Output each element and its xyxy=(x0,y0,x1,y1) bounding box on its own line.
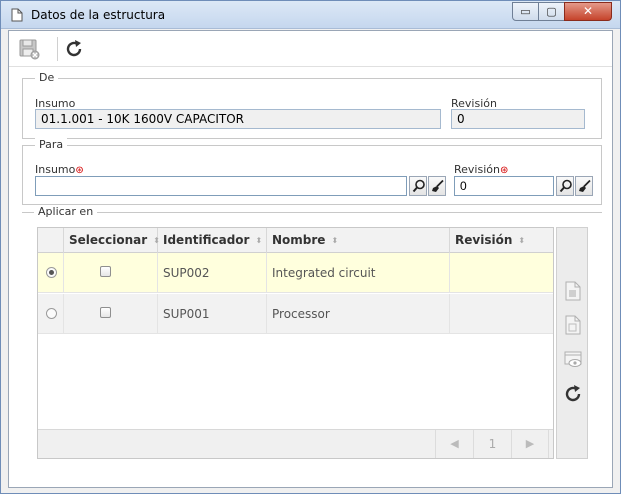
broom-icon xyxy=(579,179,591,192)
de-revision-field: 0 xyxy=(451,109,585,129)
row-radio-cell xyxy=(38,253,64,293)
column-identificador[interactable]: Identificador ⬍ xyxy=(158,228,267,253)
column-label: Nombre xyxy=(272,233,326,247)
dialog-body: De Insumo 01.1.001 - 10K 1600V CAPACITOR… xyxy=(8,30,613,488)
grid-header: Seleccionar ⬍ Identificador ⬍ Nombre ⬍ Revi… xyxy=(38,228,553,253)
column-seleccionar[interactable]: Seleccionar ⬍ xyxy=(64,228,160,253)
row-radio[interactable] xyxy=(46,267,57,278)
row-checkbox[interactable] xyxy=(100,266,111,277)
row-checkbox[interactable] xyxy=(100,307,111,318)
row-nombre: Processor xyxy=(267,294,450,334)
sort-icon: ⬍ xyxy=(331,236,339,245)
row-radio[interactable] xyxy=(46,308,57,319)
column-label: Revisión xyxy=(455,233,513,247)
view-icon[interactable] xyxy=(563,348,583,370)
para-revision-input[interactable] xyxy=(454,176,554,196)
toolbar-separator xyxy=(57,37,58,61)
revision-clear-button[interactable] xyxy=(575,176,593,196)
de-legend: De xyxy=(35,71,59,84)
column-revision[interactable]: Revisión ⬍ xyxy=(450,228,553,253)
refresh-icon[interactable] xyxy=(63,38,85,60)
page-number: 1 xyxy=(473,430,511,458)
prev-page-button[interactable]: ◀ xyxy=(435,430,473,458)
remove-document-icon[interactable] xyxy=(563,314,583,336)
column-label: Seleccionar xyxy=(69,233,148,247)
required-icon: ⊛ xyxy=(75,165,84,176)
sort-icon: ⬍ xyxy=(518,236,526,245)
aplicar-legend: Aplicar en xyxy=(34,205,98,218)
document-icon xyxy=(11,8,23,22)
required-icon: ⊛ xyxy=(499,165,509,176)
para-insumo-label-text: Insumo xyxy=(35,163,76,176)
title-bar[interactable]: Datos de la estructura ▭ ▢ ✕ xyxy=(1,1,620,29)
minimize-button[interactable]: ▭ xyxy=(512,2,539,21)
save-disabled-icon[interactable] xyxy=(18,38,40,60)
de-insumo-field: 01.1.001 - 10K 1600V CAPACITOR xyxy=(35,109,441,129)
column-nombre[interactable]: Nombre ⬍ xyxy=(267,228,450,253)
para-revision-label-text: Revisión xyxy=(454,163,500,176)
maximize-button[interactable]: ▢ xyxy=(538,2,565,21)
row-identificador: SUP002 xyxy=(158,253,267,293)
para-revision-label: Revisión⊛ xyxy=(454,163,508,176)
window-title: Datos de la estructura xyxy=(31,8,166,22)
para-insumo-label: Insumo⊛ xyxy=(35,163,84,176)
refresh-grid-icon[interactable] xyxy=(563,382,583,404)
aplicar-grid: Seleccionar ⬍ Identificador ⬍ Nombre ⬍ Revi… xyxy=(37,227,554,459)
broom-icon xyxy=(432,179,444,192)
para-group: Para Insumo⊛ Revisión⊛ xyxy=(22,138,602,205)
sort-icon: ⬍ xyxy=(255,236,263,245)
grid-header-radio xyxy=(38,228,64,253)
row-revision xyxy=(450,253,553,293)
para-legend: Para xyxy=(35,138,68,151)
row-identificador: SUP001 xyxy=(158,294,267,334)
row-select-cell xyxy=(64,294,158,334)
insumo-clear-button[interactable] xyxy=(428,176,446,196)
insumo-search-button[interactable] xyxy=(409,176,427,196)
search-icon xyxy=(412,179,425,193)
column-label: Identificador xyxy=(163,233,250,247)
row-nombre: Integrated circuit xyxy=(267,253,450,293)
row-radio-cell xyxy=(38,294,64,334)
grid-side-toolbar xyxy=(556,227,588,459)
revision-search-button[interactable] xyxy=(556,176,574,196)
row-revision xyxy=(450,294,553,334)
toolbar xyxy=(9,31,612,67)
grid-pagination: ◀ 1 ▶ xyxy=(38,429,553,458)
close-button[interactable]: ✕ xyxy=(564,2,612,21)
para-insumo-input[interactable] xyxy=(35,176,407,196)
de-group: De Insumo 01.1.001 - 10K 1600V CAPACITOR… xyxy=(22,71,602,139)
table-row[interactable]: SUP001 Processor xyxy=(38,294,553,334)
row-select-cell xyxy=(64,253,158,293)
table-row[interactable]: SUP002 Integrated circuit xyxy=(38,253,553,293)
dialog-window: Datos de la estructura ▭ ▢ ✕ De Insumo 0… xyxy=(0,0,621,494)
add-document-icon[interactable] xyxy=(563,280,583,302)
search-icon xyxy=(559,179,572,193)
next-page-button[interactable]: ▶ xyxy=(511,430,549,458)
